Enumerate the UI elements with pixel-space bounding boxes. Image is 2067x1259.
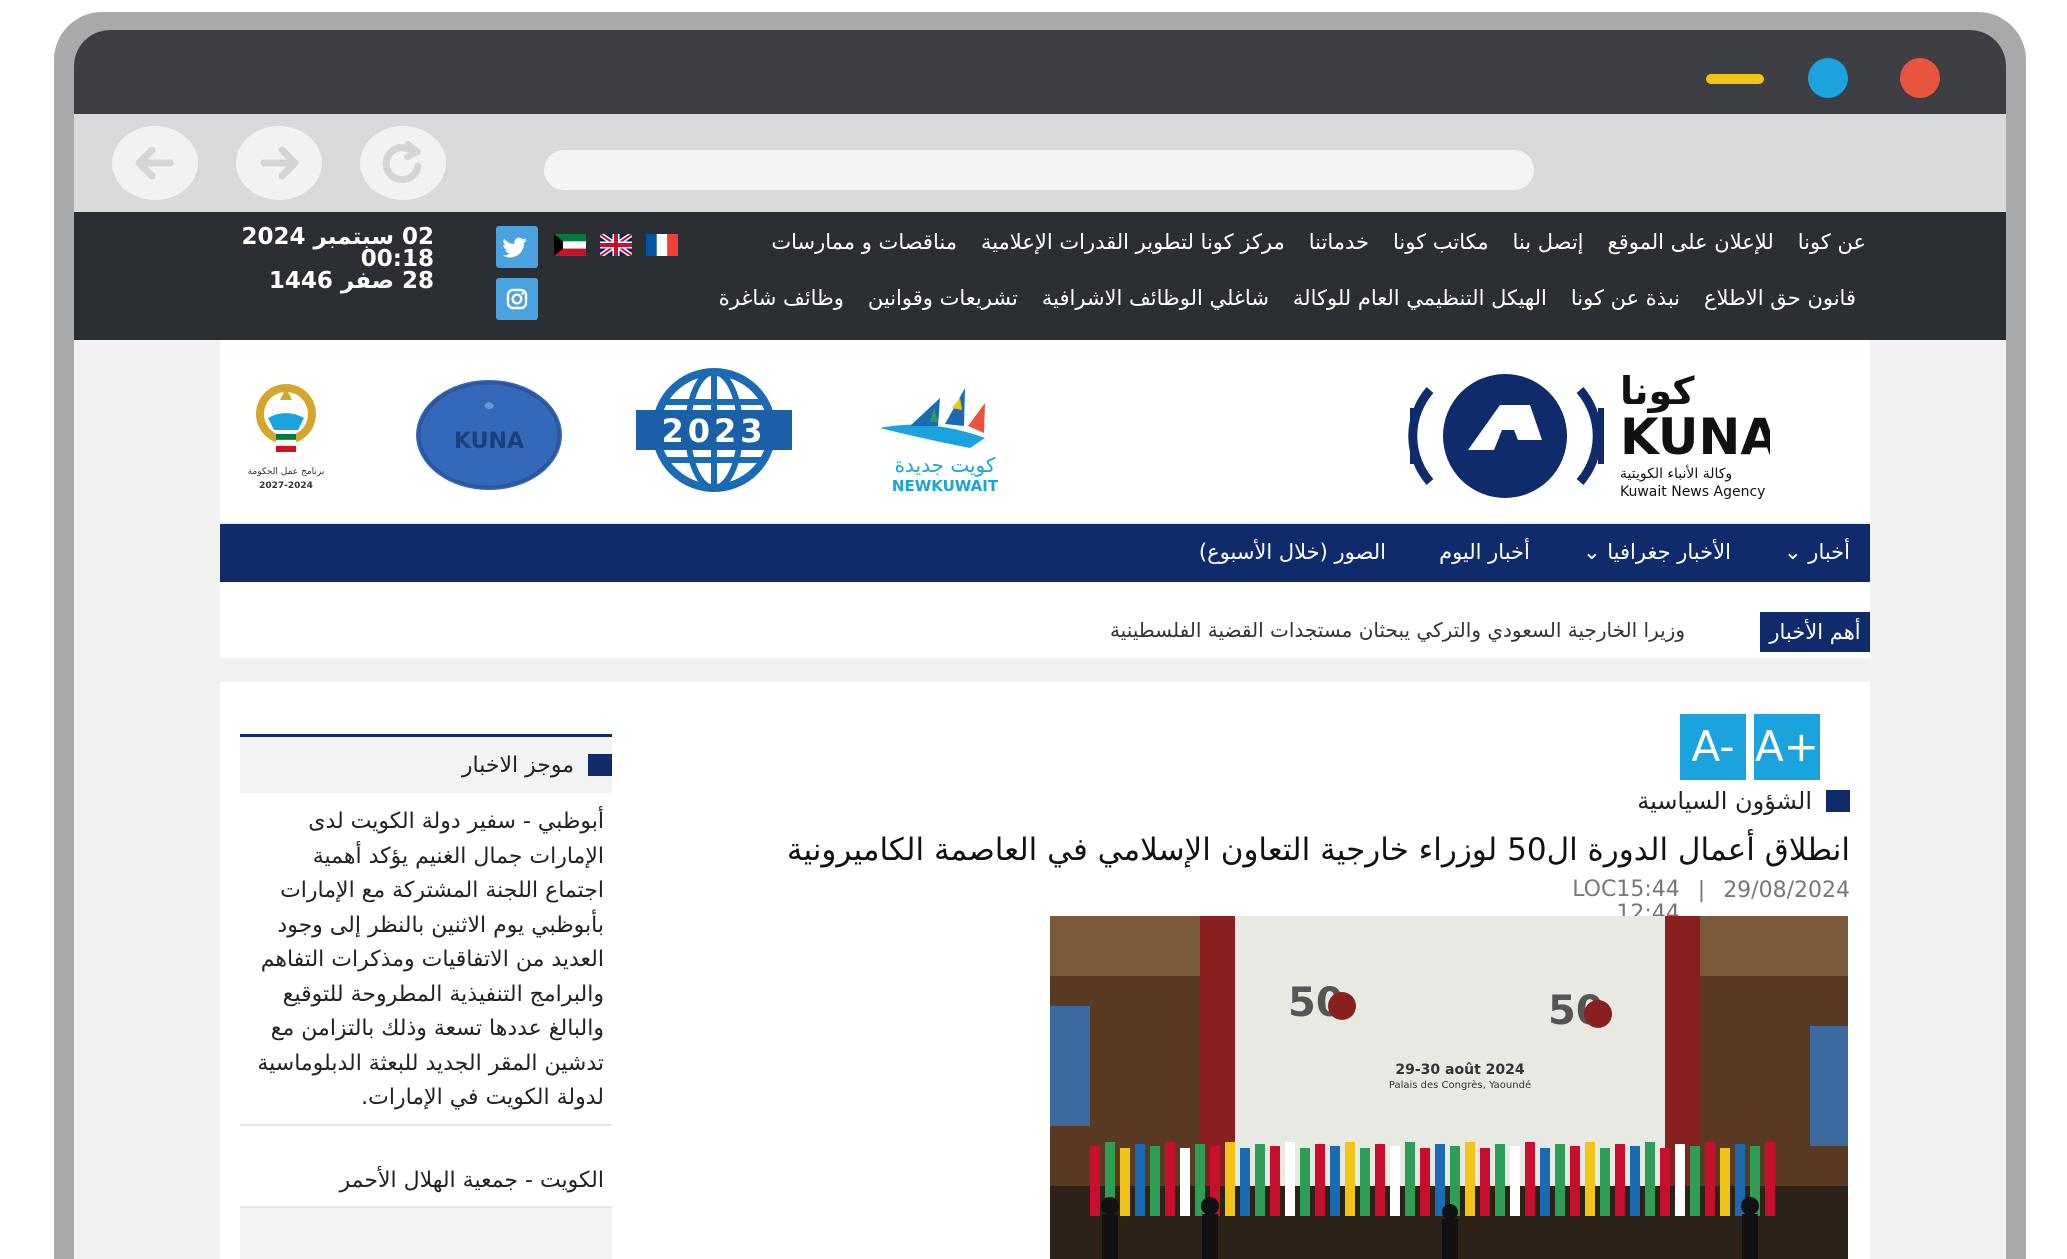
government-emblem[interactable]: برنامج عمل الحكومة 2027-2024 (238, 378, 334, 496)
main-content: A+ A- الشؤون السياسية انطلاق أعمال الدور… (220, 682, 1870, 1259)
close-button[interactable] (1900, 58, 1940, 98)
nav-item-label: أخبار اليوم (1439, 540, 1530, 564)
top-menu-item[interactable]: وظائف شاغرة (719, 286, 844, 310)
browser-window: عن كونا للإعلان على الموقع إتصل بنا مكات… (74, 30, 2006, 1259)
maximize-button[interactable] (1808, 58, 1848, 98)
new-kuwait-en: NEWKUWAIT (892, 477, 999, 495)
photo-banner-venue: Palais des Congrès, Yaoundé (1389, 1079, 1531, 1091)
new-kuwait-logo[interactable]: كويت جديدة NEWKUWAIT (870, 378, 1020, 498)
meta-divider: | (1697, 878, 1706, 903)
browser-titlebar (74, 30, 2006, 114)
back-button[interactable] (112, 126, 198, 200)
sidebar-header: موجز الاخبار (240, 737, 612, 793)
logo-subtitle-en: Kuwait News Agency (1620, 484, 1765, 500)
top-menu-item[interactable]: مكاتب كونا (1393, 230, 1488, 254)
nav-item-label: أخبار (1808, 540, 1850, 564)
top-menu-row2: قانون حق الاطلاع نبذة عن كونا الهيكل الت… (719, 286, 1856, 310)
top-menu-item[interactable]: قانون حق الاطلاع (1704, 286, 1856, 310)
year-badge-text: 2023 (661, 412, 766, 450)
top-menu-item[interactable]: تشريعات وقوانين (868, 286, 1018, 310)
font-increase-button[interactable]: A+ (1754, 714, 1820, 780)
ticker-label: أهم الأخبار (1760, 612, 1870, 652)
forward-button[interactable] (236, 126, 322, 200)
article-photo[interactable]: 50 50 29-30 août 2024 Palais des Congrès… (1050, 916, 1848, 1259)
instagram-icon[interactable] (496, 278, 538, 320)
nav-item-label: الأخبار جغرافيا (1607, 540, 1731, 564)
kuna-badge-text: KUNA (454, 429, 524, 454)
sidebar-title: موجز الاخبار (461, 752, 574, 778)
reload-button[interactable] (360, 126, 446, 200)
top-menu-item[interactable]: إتصل بنا (1512, 230, 1583, 254)
section-marker (1826, 790, 1850, 812)
kuna-logo[interactable]: كونا KUNA وكالة الأنباء الكويتية Kuwait … (1390, 360, 1770, 510)
minimize-button[interactable] (1706, 74, 1764, 84)
article-date: 29/08/2024 (1723, 878, 1850, 903)
top-menu-item[interactable]: خدماتنا (1309, 230, 1369, 254)
web-page: عن كونا للإعلان على الموقع إتصل بنا مكات… (74, 212, 2006, 1259)
nav-item-weekly-photos[interactable]: الصور (خلال الأسبوع) (1199, 540, 1386, 564)
gov-program-years: 2027-2024 (259, 481, 313, 491)
date-display: 02 سبتمبر 2024 00:18 28 صفر 1446 (224, 224, 434, 294)
photo-banner-date: 29-30 août 2024 (1395, 1062, 1524, 1078)
address-bar[interactable] (544, 150, 1534, 190)
top-menu-row1: عن كونا للإعلان على الموقع إتصل بنا مكات… (771, 230, 1866, 254)
reload-icon (382, 141, 422, 184)
article-headline: انطلاق أعمال الدورة ال50 لوزراء خارجية ا… (786, 832, 1850, 868)
top-menu-item[interactable]: الهيكل التنظيمي العام للوكالة (1293, 286, 1547, 310)
loc-time: LOC15:44 (1572, 877, 1680, 902)
main-navigation: أخبار ⌄ الأخبار جغرافيا ⌄ أخبار اليوم ال… (220, 524, 1870, 582)
top-menu-item[interactable]: للإعلان على الموقع (1608, 230, 1774, 254)
language-flags (554, 234, 678, 256)
new-kuwait-ar: كويت جديدة (895, 453, 996, 477)
nav-item-label: الصور (خلال الأسبوع) (1198, 540, 1386, 564)
browser-toolbar (74, 114, 2006, 212)
section-label[interactable]: الشؤون السياسية (1637, 787, 1812, 815)
top-menu-item[interactable]: نبذة عن كونا (1571, 286, 1680, 310)
logo-english: KUNA (1620, 408, 1770, 466)
logo-arabic: كونا (1620, 369, 1695, 413)
top-menu-item[interactable]: عن كونا (1798, 230, 1866, 254)
hijri-date: 28 صفر 1446 (268, 268, 434, 294)
kuwait-flag-icon[interactable] (554, 234, 586, 256)
sidebar-marker (588, 754, 612, 776)
top-menu-item[interactable]: مناقصات و ممارسات (771, 230, 957, 254)
sidebar-news-item[interactable]: الكويت - جمعية الهلال الأحمر (240, 1125, 612, 1208)
gov-program-text: برنامج عمل الحكومة (248, 467, 325, 477)
kuna-oval-logo[interactable]: KUNA (414, 378, 564, 492)
arrow-right-icon (260, 146, 299, 180)
news-brief-sidebar: موجز الاخبار أبوظبي - سفير دولة الكويت ل… (240, 734, 612, 1259)
chevron-down-icon: ⌄ (1784, 540, 1802, 564)
uk-flag-icon[interactable] (600, 234, 632, 256)
arrow-left-icon (135, 146, 174, 180)
chevron-down-icon: ⌄ (1582, 540, 1601, 564)
ticker-headline[interactable]: وزيرا الخارجية السعودي والتركي يبحثان مس… (1110, 618, 1685, 642)
top-menu-item[interactable]: مركز كونا لتطوير القدرات الإعلامية (981, 230, 1285, 254)
france-flag-icon[interactable] (646, 234, 678, 256)
logo-subtitle-ar: وكالة الأنباء الكويتية (1620, 464, 1732, 482)
nav-item-today-news[interactable]: أخبار اليوم (1439, 540, 1530, 564)
top-bar: عن كونا للإعلان على الموقع إتصل بنا مكات… (74, 212, 2006, 340)
news-ticker: أهم الأخبار وزيرا الخارجية السعودي والتر… (220, 582, 1870, 658)
gregorian-date: 02 سبتمبر 2024 00:18 (241, 224, 434, 272)
sidebar-news-item[interactable]: أبوظبي - سفير دولة الكويت لدى الإمارات ج… (240, 793, 612, 1126)
top-menu-item[interactable]: شاغلي الوظائف الاشرافية (1042, 286, 1269, 310)
article-section: الشؤون السياسية (1637, 787, 1850, 815)
year-2023-logo[interactable]: 2023 (634, 368, 794, 492)
twitter-icon[interactable] (496, 226, 538, 268)
font-decrease-button[interactable]: A- (1680, 714, 1746, 780)
site-header: كونا KUNA وكالة الأنباء الكويتية Kuwait … (220, 340, 1870, 522)
nav-item-geo-news[interactable]: الأخبار جغرافيا ⌄ (1583, 540, 1731, 564)
nav-item-news[interactable]: أخبار ⌄ (1784, 540, 1850, 564)
